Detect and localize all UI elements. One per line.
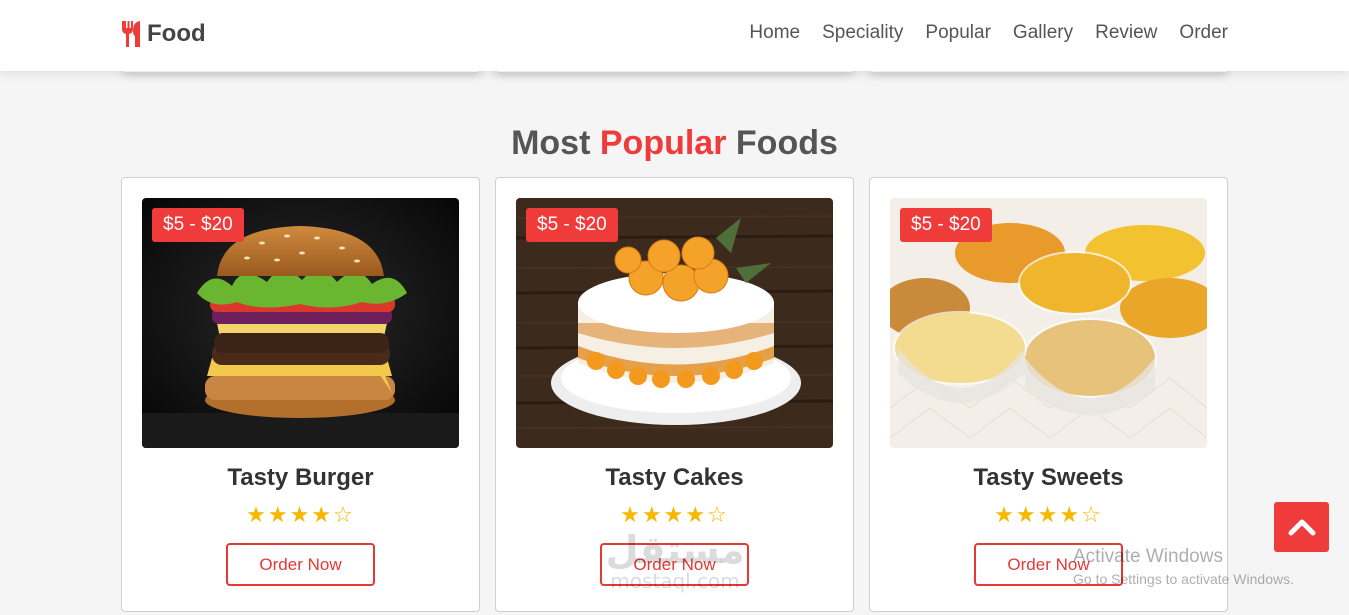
nav-speciality[interactable]: Speciality (822, 22, 903, 44)
card-title: Tasty Sweets (973, 464, 1124, 491)
order-now-button[interactable]: Order Now (226, 543, 375, 586)
price-badge: $5 - $20 (900, 208, 992, 242)
star-icon: ★ (1037, 502, 1060, 527)
star-icon: ★ (246, 502, 268, 527)
card-title: Tasty Burger (227, 464, 374, 491)
chevron-up-icon (1288, 519, 1315, 536)
main-nav: Home Speciality Popular Gallery Review O… (749, 22, 1228, 44)
card-title: Tasty Cakes (605, 464, 744, 491)
star-rating: ★★★★☆ (496, 502, 853, 528)
food-card: $5 - $20 Tasty Cakes ★★★★☆ Order Now (495, 177, 854, 612)
price-badge: $5 - $20 (152, 208, 244, 242)
utensils-icon (122, 21, 140, 47)
star-icon: ★ (267, 502, 290, 527)
star-icon: ★ (663, 502, 686, 527)
nav-review[interactable]: Review (1095, 22, 1157, 44)
star-icon: ★ (1059, 502, 1082, 527)
star-icon: ★ (289, 502, 312, 527)
food-card: $5 - $20 Tasty Sweets ★★★★☆ Order Now (869, 177, 1228, 612)
star-icon: ★ (311, 502, 334, 527)
order-now-button[interactable]: Order Now (600, 543, 749, 586)
price-badge: $5 - $20 (526, 208, 618, 242)
star-outline-icon: ☆ (1081, 502, 1103, 527)
sweets-image: $5 - $20 (890, 198, 1207, 448)
nav-home[interactable]: Home (749, 22, 800, 44)
star-rating: ★★★★☆ (122, 502, 479, 528)
star-icon: ★ (685, 502, 708, 527)
nav-order[interactable]: Order (1179, 22, 1228, 44)
cake-image: $5 - $20 (516, 198, 833, 448)
star-outline-icon: ☆ (707, 502, 729, 527)
nav-gallery[interactable]: Gallery (1013, 22, 1073, 44)
section-heading: Most Popular Foods (0, 124, 1349, 163)
star-icon: ★ (641, 502, 664, 527)
nav-popular[interactable]: Popular (925, 22, 991, 44)
heading-word: Most (511, 124, 591, 162)
scroll-to-top-button[interactable] (1274, 502, 1329, 552)
site-header: Food Home Speciality Popular Gallery Rev… (0, 0, 1349, 71)
logo-text: Food (147, 20, 206, 47)
food-card: $5 - $20 Tasty Burger ★★★★☆ Order Now (121, 177, 480, 612)
star-rating: ★★★★☆ (870, 502, 1227, 528)
burger-image: $5 - $20 (142, 198, 459, 448)
heading-word: Foods (735, 124, 838, 162)
star-outline-icon: ☆ (333, 502, 355, 527)
heading-accent-word: Popular (599, 124, 727, 162)
star-icon: ★ (994, 502, 1016, 527)
star-icon: ★ (620, 502, 642, 527)
star-icon: ★ (1015, 502, 1038, 527)
order-now-button[interactable]: Order Now (974, 543, 1123, 586)
logo[interactable]: Food (120, 18, 206, 50)
